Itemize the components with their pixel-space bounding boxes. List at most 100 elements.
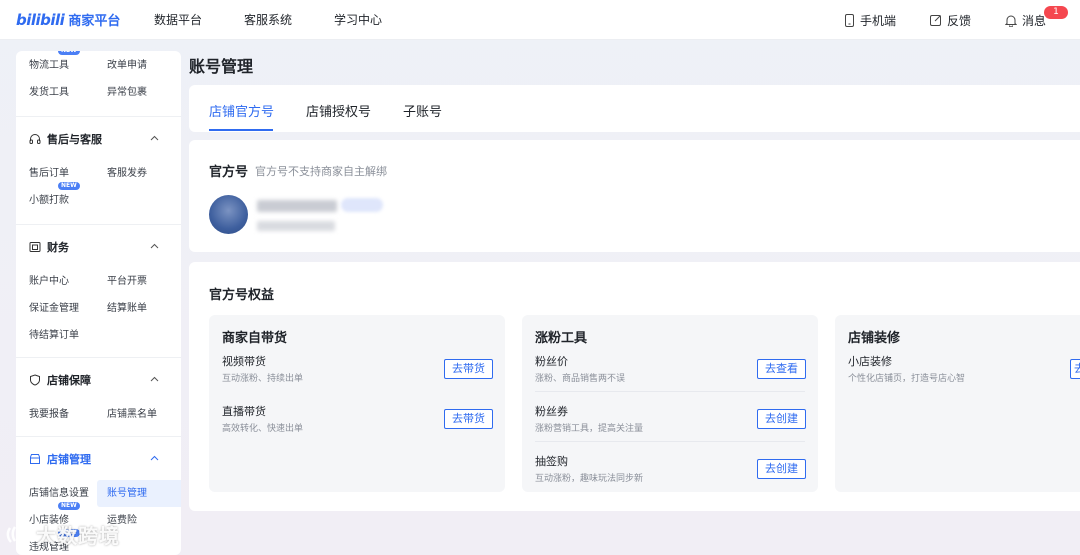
- row-name: 抽签购: [535, 455, 568, 468]
- top-nav: 数据平台 客服系统 学习中心: [136, 11, 424, 28]
- divider: [535, 391, 805, 392]
- sidebar-item-invoicing[interactable]: 平台开票: [107, 268, 181, 295]
- watermark-logo-icon: [6, 525, 29, 543]
- chevron-up-icon: [150, 243, 159, 249]
- panel-self-selling: 商家自带货 视频带货 互动涨粉、持续出单 去带货 直播带货 高效转化、快速出单 …: [209, 315, 505, 492]
- view-fan-price-button[interactable]: 去查看: [757, 359, 806, 379]
- tab-authorized-account[interactable]: 店铺授权号: [306, 101, 371, 120]
- shield-icon: [30, 373, 40, 386]
- after-sales-links: 售后订单 客服发券 小额打款 NEW: [16, 160, 181, 214]
- list-item: 直播带货 高效转化、快速出单 去带货: [222, 403, 505, 452]
- watermark-text: 大数跨境: [36, 524, 120, 548]
- top-right-actions: 手机端 反馈 消息 1: [844, 0, 1080, 40]
- chevron-up-icon: [150, 376, 159, 382]
- rights-title: 官方号权益: [209, 288, 275, 303]
- panel-fan-tools: 涨粉工具 粉丝价 涨粉、商品销售两不误 去查看 粉丝券 涨粉营销工具，提高关注量…: [522, 315, 818, 492]
- sidebar-item-report[interactable]: 我要报备: [29, 401, 107, 428]
- edit-icon: [929, 15, 941, 26]
- mobile-label: 手机端: [859, 13, 896, 28]
- row-name: 小店装修: [848, 355, 892, 368]
- platform-name: 商家平台: [68, 14, 121, 29]
- sidebar-item-label: 物流工具: [29, 60, 69, 71]
- create-fan-coupon-button[interactable]: 去创建: [757, 409, 806, 429]
- guarantee-links: 我要报备 店铺黑名单: [16, 401, 181, 428]
- tab-official-account[interactable]: 店铺官方号: [209, 101, 274, 120]
- sidebar-item-deposit[interactable]: 保证金管理: [29, 295, 107, 322]
- official-rights-card: 官方号权益 商家自带货 视频带货 互动涨粉、持续出单 去带货 直播带货 高效转化…: [189, 262, 1080, 511]
- row-desc: 涨粉营销工具，提高关注量: [535, 424, 644, 434]
- panel-title: 店铺装修: [848, 331, 901, 346]
- finance-links: 账户中心 平台开票 保证金管理 结算账单 待结算订单: [16, 268, 181, 349]
- phone-icon: [844, 13, 854, 27]
- panel-shop-decoration: 店铺装修 小店装修 个性化店铺页，打造号店心智 去: [835, 315, 1080, 492]
- nav-customer-service[interactable]: 客服系统: [244, 11, 292, 28]
- official-account-card: 官方号 官方号不支持商家自主解绑: [189, 140, 1080, 252]
- account-tabs: 店铺官方号 店铺授权号 子账号: [189, 85, 1080, 132]
- headset-icon: [29, 133, 41, 144]
- logistics-links: 物流工具 NEW 改单申请 发货工具 异常包裹: [16, 51, 181, 106]
- divider: [535, 441, 805, 442]
- messages-link[interactable]: 消息: [1004, 12, 1046, 29]
- row-name: 视频带货: [222, 355, 266, 368]
- row-desc: 互动涨粉，趣味玩法同步新: [535, 474, 644, 484]
- sidebar-item-small-payment[interactable]: 小额打款 NEW: [29, 182, 107, 214]
- sidebar-item-settlement-bill[interactable]: 结算账单: [107, 295, 181, 322]
- sidebar-section-guarantee[interactable]: 店铺保障: [16, 357, 181, 401]
- row-desc: 涨粉、商品销售两不误: [535, 374, 626, 384]
- row-desc: 个性化店铺页，打造号店心智: [848, 374, 966, 384]
- sidebar-section-after-sales[interactable]: 售后与客服: [16, 116, 181, 160]
- list-item: 小店装修 个性化店铺页，打造号店心智 去: [848, 353, 1080, 402]
- sidebar-item-service-coupons[interactable]: 客服发券: [107, 160, 181, 187]
- sidebar-item-blacklist[interactable]: 店铺黑名单: [107, 401, 181, 428]
- list-item: 粉丝价 涨粉、商品销售两不误 去查看: [535, 353, 818, 402]
- list-item: 粉丝券 涨粉营销工具，提高关注量 去创建: [535, 403, 818, 452]
- go-video-selling-button[interactable]: 去带货: [444, 359, 493, 379]
- avatar: [209, 195, 248, 234]
- tab-sub-account[interactable]: 子账号: [403, 101, 442, 120]
- panel-title: 商家自带货: [222, 331, 288, 346]
- account-id-blurred: [257, 221, 335, 231]
- new-tag: NEW: [58, 182, 80, 190]
- official-account-title: 官方号: [209, 165, 249, 180]
- bilibili-logo: bilibili: [16, 10, 65, 29]
- account-name-blurred: [257, 200, 337, 212]
- create-lottery-button[interactable]: 去创建: [757, 459, 806, 479]
- row-name: 粉丝券: [535, 405, 568, 418]
- row-desc: 互动涨粉、持续出单: [222, 374, 304, 384]
- sidebar-item-label: 小额打款: [29, 195, 69, 206]
- chevron-up-icon: [150, 135, 159, 141]
- list-item: 抽签购 互动涨粉，趣味玩法同步新 去创建: [535, 453, 818, 492]
- mobile-link[interactable]: 手机端: [844, 12, 896, 29]
- sidebar-section-finance[interactable]: 财务: [16, 224, 181, 268]
- row-name: 直播带货: [222, 405, 266, 418]
- go-decoration-button[interactable]: 去: [1070, 359, 1080, 379]
- nav-data-platform[interactable]: 数据平台: [154, 11, 202, 28]
- messages-label: 消息: [1021, 13, 1046, 28]
- bell-icon: [1004, 15, 1017, 27]
- sidebar-item-shipping-tools[interactable]: 发货工具: [29, 79, 107, 106]
- sidebar-item-order-change[interactable]: 改单申请: [107, 52, 181, 79]
- new-tag: NEW: [58, 51, 80, 55]
- wallet-icon: [29, 241, 41, 252]
- sidebar-item-logistics-tools[interactable]: 物流工具 NEW: [29, 51, 107, 79]
- account-tag-blurred: [341, 198, 383, 212]
- feedback-link[interactable]: 反馈: [929, 12, 971, 29]
- section-title: 财务: [47, 240, 69, 254]
- chevron-up-icon: [150, 455, 159, 461]
- watermark: 大数跨境: [6, 520, 120, 549]
- sidebar-section-shop-management[interactable]: 店铺管理: [16, 436, 181, 480]
- brand-logo[interactable]: bilibili 商家平台: [16, 10, 136, 30]
- sidebar-item-pending-settlement[interactable]: 待结算订单: [29, 322, 107, 349]
- page-title: 账号管理: [189, 57, 254, 76]
- list-item: 视频带货 互动涨粉、持续出单 去带货: [222, 353, 505, 402]
- shop-icon: [30, 453, 40, 464]
- feedback-label: 反馈: [946, 13, 971, 28]
- sidebar-item-account-center[interactable]: 账户中心: [29, 268, 107, 295]
- section-title: 店铺保障: [47, 373, 91, 387]
- sidebar-item-account-management[interactable]: 账号管理: [97, 480, 181, 507]
- go-live-selling-button[interactable]: 去带货: [444, 409, 493, 429]
- official-account-note: 官方号不支持商家自主解绑: [255, 165, 387, 178]
- sidebar-item-abnormal-package[interactable]: 异常包裹: [107, 79, 181, 106]
- panel-title: 涨粉工具: [535, 331, 588, 346]
- nav-learning-center[interactable]: 学习中心: [334, 11, 382, 28]
